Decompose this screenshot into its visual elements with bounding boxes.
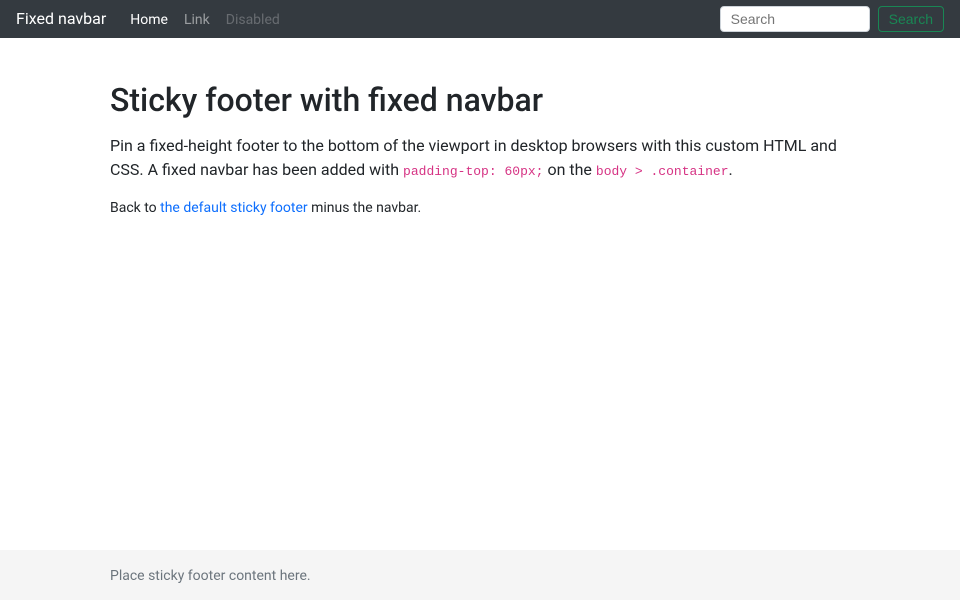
back-prefix: Back to (110, 200, 160, 216)
search-input[interactable] (720, 6, 870, 32)
search-button[interactable]: Search (878, 6, 944, 32)
navbar-nav: Home Link Disabled (122, 7, 719, 31)
navbar-search-form: Search (720, 6, 944, 32)
back-link[interactable]: the default sticky footer (160, 200, 307, 216)
navbar: Fixed navbar Home Link Disabled Search (0, 0, 960, 38)
lead-text-2: on the (543, 160, 595, 179)
back-suffix: minus the navbar. (308, 200, 422, 216)
back-paragraph: Back to the default sticky footer minus … (110, 198, 850, 219)
nav-link-disabled: Disabled (218, 12, 288, 28)
lead-paragraph: Pin a fixed-height footer to the bottom … (110, 134, 850, 182)
lead-code-1: padding-top: 60px; (403, 164, 543, 179)
navbar-brand[interactable]: Fixed navbar (16, 7, 106, 31)
footer-text: Place sticky footer content here. (110, 568, 311, 584)
main-content: Sticky footer with fixed navbar Pin a fi… (110, 60, 850, 219)
lead-code-2: body > .container (596, 164, 729, 179)
page-title: Sticky footer with fixed navbar (110, 76, 850, 124)
nav-link-link[interactable]: Link (176, 12, 218, 28)
footer-inner: Place sticky footer content here. (110, 563, 850, 587)
footer: Place sticky footer content here. (0, 550, 960, 600)
lead-text-3: . (729, 160, 733, 179)
nav-link-home[interactable]: Home (122, 12, 176, 28)
